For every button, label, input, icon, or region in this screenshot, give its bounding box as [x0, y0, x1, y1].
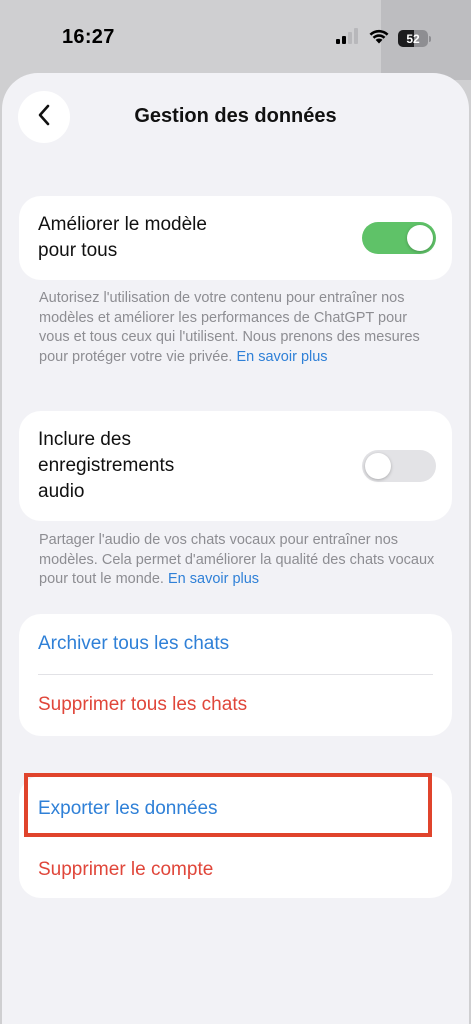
- page-title: Gestion des données: [134, 105, 337, 127]
- improve-model-card: Améliorer le modèle pour tous: [19, 196, 452, 280]
- audio-recordings-learn-more-link[interactable]: En savoir plus: [168, 571, 259, 587]
- status-bar: 16:27 52: [0, 0, 471, 72]
- battery-icon: 52: [398, 30, 431, 47]
- divider: [38, 674, 433, 675]
- export-highlight-box: [24, 773, 432, 837]
- battery-percent: 52: [406, 31, 420, 46]
- audio-recordings-toggle[interactable]: [362, 450, 436, 482]
- toggle-knob: [365, 453, 391, 479]
- improve-model-description: Autorisez l'utilisation de votre contenu…: [39, 289, 439, 367]
- improve-model-toggle[interactable]: [362, 222, 436, 254]
- improve-model-label-line1: Améliorer le modèle: [38, 214, 207, 235]
- audio-recordings-label: Inclure des enregistrements audio: [38, 427, 174, 505]
- delete-all-chats-button[interactable]: Supprimer tous les chats: [38, 694, 247, 716]
- battery-tip: [429, 35, 431, 42]
- delete-account-button[interactable]: Supprimer le compte: [38, 859, 213, 881]
- data-controls-sheet: Gestion des données Améliorer le modèle …: [2, 73, 469, 1024]
- audio-recordings-label-line3: audio: [38, 481, 85, 502]
- archive-all-chats-button[interactable]: Archiver tous les chats: [38, 633, 229, 655]
- battery-body: 52: [398, 30, 428, 47]
- status-time: 16:27: [62, 26, 115, 48]
- audio-recordings-label-line1: Inclure des: [38, 429, 131, 450]
- audio-recordings-label-line2: enregistrements: [38, 455, 175, 476]
- improve-model-description-text: Autorisez l'utilisation de votre contenu…: [39, 290, 420, 365]
- status-icons: 52: [336, 28, 431, 49]
- audio-recordings-card: Inclure des enregistrements audio: [19, 411, 452, 521]
- improve-model-label: Améliorer le modèle pour tous: [38, 212, 207, 264]
- improve-model-label-line2: pour tous: [38, 240, 118, 261]
- wifi-icon: [368, 28, 390, 49]
- audio-recordings-description: Partager l'audio de vos chats vocaux pou…: [39, 531, 439, 590]
- chats-actions-card: Archiver tous les chats Supprimer tous l…: [19, 614, 452, 736]
- improve-model-learn-more-link[interactable]: En savoir plus: [236, 349, 327, 365]
- signal-icon: [336, 28, 360, 49]
- toggle-knob: [407, 225, 433, 251]
